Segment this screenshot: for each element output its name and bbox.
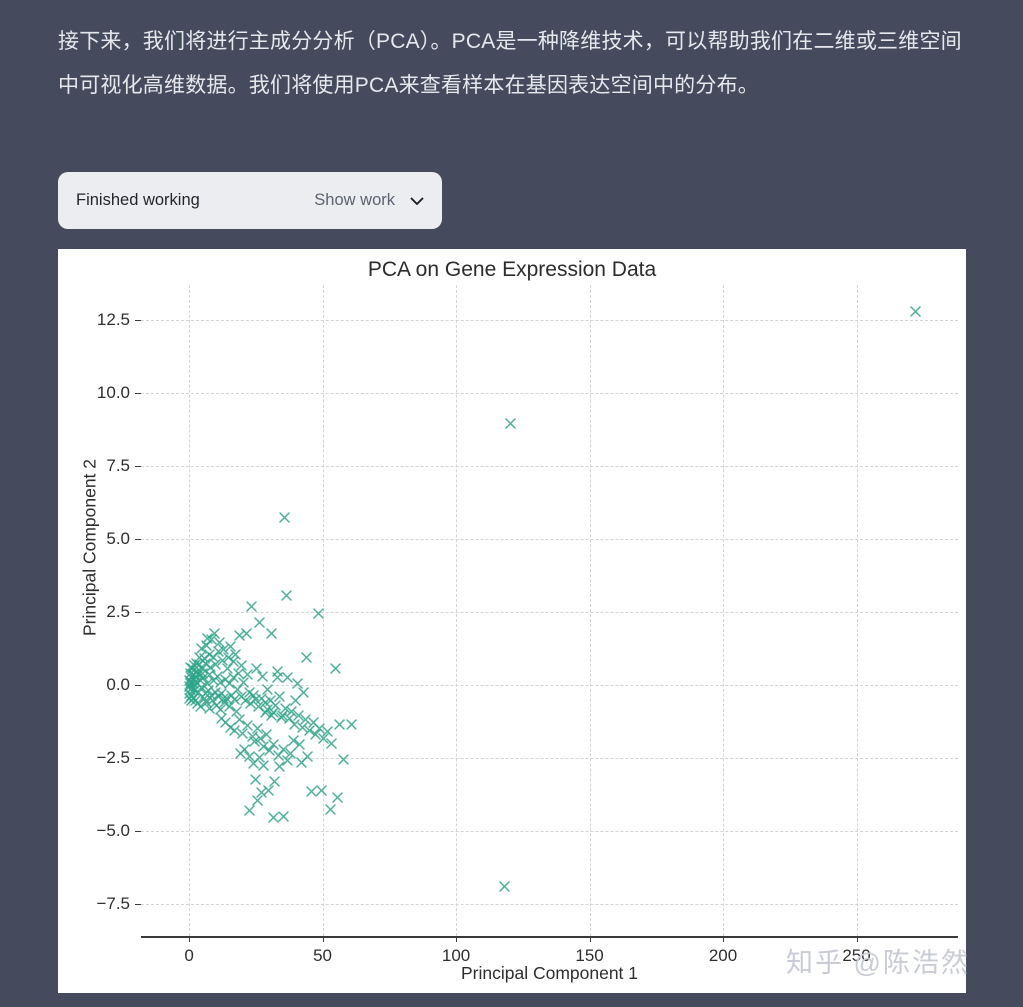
y-tick-label: 7.5 [106, 455, 130, 475]
gridline-horizontal [141, 393, 958, 394]
y-tick-label: −5.0 [96, 820, 130, 840]
assistant-intro-paragraph: 接下来，我们将进行主成分分析（PCA）。PCA是一种降维技术，可以帮助我们在二维… [58, 30, 962, 97]
gridline-horizontal [141, 611, 958, 613]
watermark: 知乎 @陈浩然 [786, 948, 970, 978]
y-tick-label: −2.5 [96, 747, 130, 767]
gridline-horizontal [141, 684, 958, 686]
y-tick-label: 0.0 [106, 674, 130, 694]
pca-chart-card: PCA on Gene Expression Data 0 50 100 150 200… [58, 249, 966, 993]
finished-working-panel[interactable]: Finished working Show work [58, 172, 442, 229]
x-tick-label: 150 [575, 946, 604, 965]
show-work-toggle[interactable]: Show work [314, 191, 426, 210]
gridline-vertical [189, 285, 191, 936]
y-axis-label: Principal Component 2 [79, 458, 100, 637]
x-tick-label: 100 [441, 946, 471, 965]
y-tick-label: 2.5 [106, 601, 130, 621]
gridline-vertical [322, 285, 324, 936]
y-tick-label: −7.5 [96, 893, 130, 913]
gridline-horizontal [141, 538, 958, 540]
show-work-label: Show work [314, 191, 395, 209]
y-tick-label: 10.0 [96, 383, 130, 402]
gridline-vertical [856, 285, 858, 936]
chart-title: PCA on Gene Expression Data [367, 258, 657, 281]
x-tick-label: 0 [184, 946, 194, 965]
gridline-horizontal [141, 320, 958, 322]
work-status-label: Finished working [76, 191, 200, 209]
x-tick-label: 200 [708, 946, 738, 965]
gridline-vertical [723, 285, 725, 936]
plot-background [141, 285, 958, 936]
y-tick-label: 12.5 [96, 310, 130, 330]
gridline-vertical [589, 285, 591, 936]
gridline-vertical [456, 285, 458, 936]
chevron-down-icon[interactable] [408, 192, 426, 210]
scatter-plot-area: 0 50 100 150 200 250 −7.5 −5.0 −2.5 0.0 2.5 5.0 7.5 1… [96, 285, 958, 965]
gridline-horizontal [141, 830, 958, 832]
gridline-horizontal [141, 903, 958, 905]
gridline-horizontal [141, 465, 958, 467]
axis-spine-bottom [141, 936, 958, 938]
gridline-horizontal [141, 757, 958, 759]
y-tick-label: 5.0 [106, 528, 130, 548]
x-tick-label: 50 [313, 946, 333, 965]
